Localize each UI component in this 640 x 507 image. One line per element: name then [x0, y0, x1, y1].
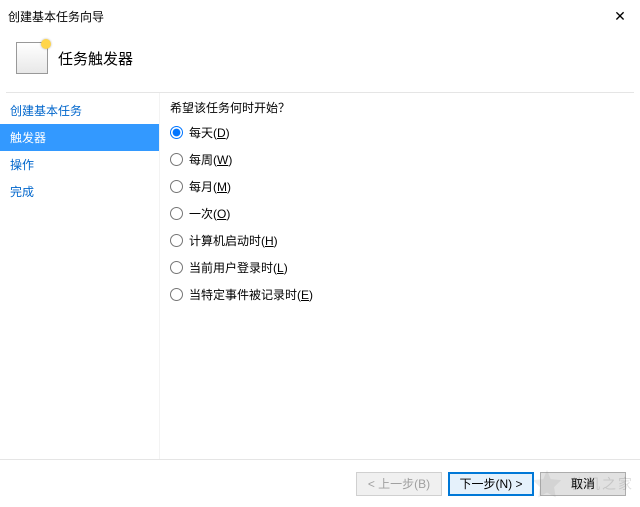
trigger-option-1[interactable]: 每周(W): [170, 151, 630, 168]
clock-icon: [16, 42, 48, 74]
trigger-radio-6[interactable]: [170, 288, 183, 301]
trigger-label-2: 每月(M): [189, 178, 231, 195]
trigger-radio-2[interactable]: [170, 180, 183, 193]
trigger-option-4[interactable]: 计算机启动时(H): [170, 232, 630, 249]
trigger-radio-3[interactable]: [170, 207, 183, 220]
titlebar: 创建基本任务向导 ✕: [0, 0, 640, 32]
cancel-button[interactable]: 取消: [540, 472, 626, 496]
wizard-header: 任务触发器: [0, 32, 640, 92]
trigger-radio-1[interactable]: [170, 153, 183, 166]
back-button[interactable]: < 上一步(B): [356, 472, 442, 496]
trigger-option-3[interactable]: 一次(O): [170, 205, 630, 222]
trigger-option-2[interactable]: 每月(M): [170, 178, 630, 195]
trigger-prompt: 希望该任务何时开始？: [170, 99, 630, 116]
trigger-option-6[interactable]: 当特定事件被记录时(E): [170, 286, 630, 303]
trigger-label-5: 当前用户登录时(L): [189, 259, 288, 276]
trigger-radio-4[interactable]: [170, 234, 183, 247]
trigger-label-4: 计算机启动时(H): [189, 232, 278, 249]
trigger-label-6: 当特定事件被记录时(E): [189, 286, 313, 303]
sidebar-item-3[interactable]: 完成: [0, 178, 159, 205]
sidebar-item-2[interactable]: 操作: [0, 151, 159, 178]
trigger-option-5[interactable]: 当前用户登录时(L): [170, 259, 630, 276]
sidebar-item-0[interactable]: 创建基本任务: [0, 97, 159, 124]
trigger-label-1: 每周(W): [189, 151, 232, 168]
sidebar-item-1[interactable]: 触发器: [0, 124, 159, 151]
trigger-radio-0[interactable]: [170, 126, 183, 139]
trigger-option-0[interactable]: 每天(D): [170, 124, 630, 141]
trigger-label-3: 一次(O): [189, 205, 230, 222]
trigger-label-0: 每天(D): [189, 124, 230, 141]
trigger-radio-5[interactable]: [170, 261, 183, 274]
wizard-content: 希望该任务何时开始？ 每天(D) 每周(W) 每月(M) 一次(O) 计算机启动时(H)…: [160, 93, 640, 462]
window-title: 创建基本任务向导: [8, 8, 104, 25]
wizard-footer: < 上一步(B) 下一步(N) > 取消: [0, 459, 640, 507]
close-icon[interactable]: ✕: [610, 6, 630, 26]
wizard-sidebar: 创建基本任务触发器操作完成: [0, 93, 160, 462]
next-button[interactable]: 下一步(N) >: [448, 472, 534, 496]
page-title: 任务触发器: [58, 48, 133, 69]
